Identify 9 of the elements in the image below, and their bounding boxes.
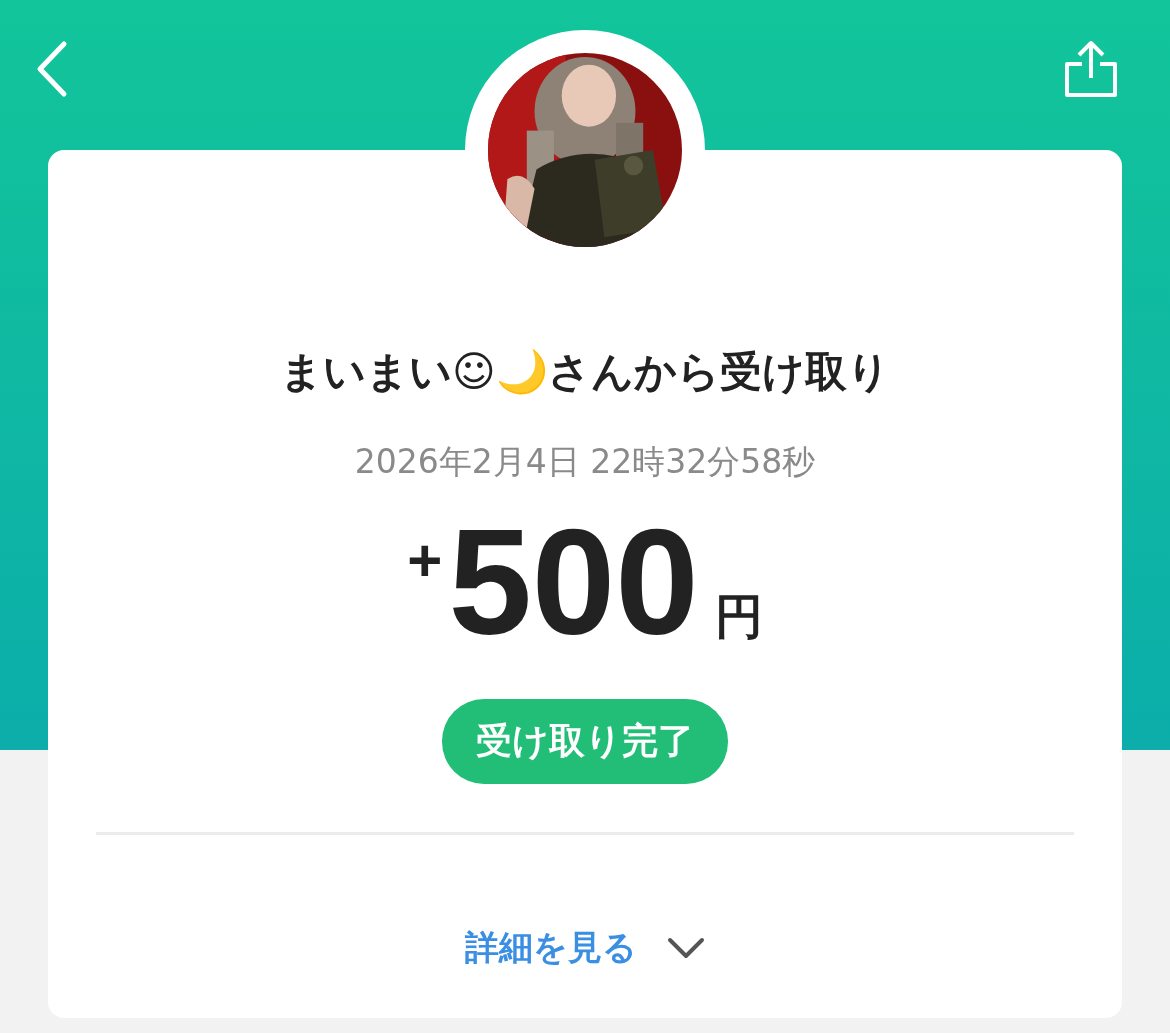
timestamp: 2026年2月4日 22時32分58秒: [354, 441, 816, 483]
status-badge: 受け取り完了: [442, 699, 728, 784]
share-button[interactable]: [1064, 40, 1118, 98]
sender-title: まいまい☺🌙さんから受け取り: [280, 346, 890, 398]
details-toggle[interactable]: 詳細を見る: [465, 925, 705, 971]
amount-value: 500: [448, 507, 699, 657]
amount-sign: +: [407, 526, 443, 595]
currency-unit: 円: [714, 587, 763, 646]
chevron-icon: [667, 937, 705, 959]
